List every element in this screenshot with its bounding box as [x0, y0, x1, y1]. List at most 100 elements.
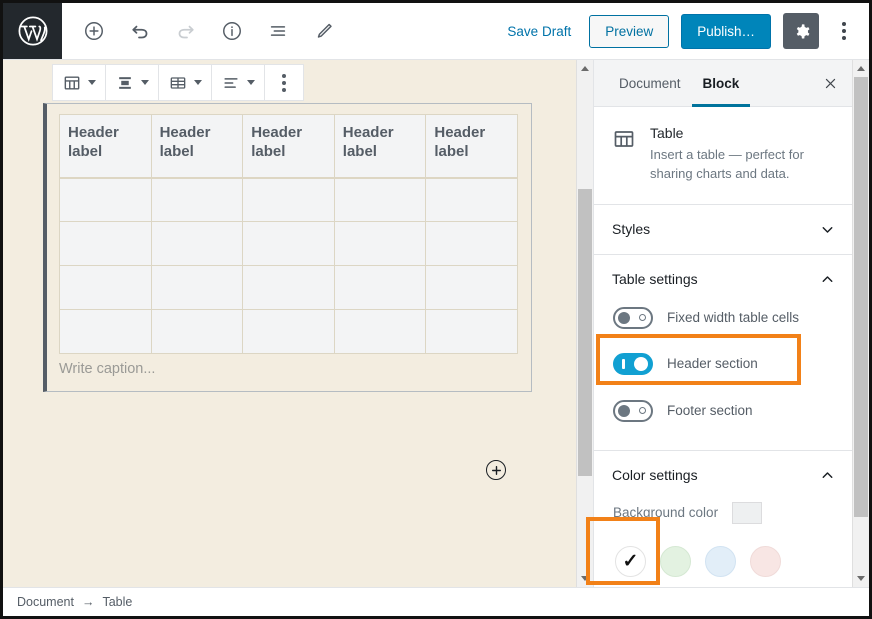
vertical-align-middle-icon[interactable]: [111, 65, 139, 100]
chevron-down-icon[interactable]: [194, 80, 202, 85]
table-icon: [612, 127, 636, 184]
scroll-down-arrow-icon[interactable]: [577, 570, 594, 587]
sidebar-scrollbar[interactable]: [852, 60, 869, 587]
sidebar-scrollbar-thumb[interactable]: [854, 77, 868, 517]
table-row: [59, 221, 518, 266]
toggle-fixed-width-table-cells[interactable]: Fixed width table cells: [612, 298, 836, 339]
table-header-cell[interactable]: Header label: [150, 114, 244, 179]
top-bar-actions: Save Draft Preview Publish…: [501, 13, 869, 49]
toggle-footer-section[interactable]: Footer section: [612, 391, 836, 432]
table-icon[interactable]: [58, 65, 86, 100]
align-left-icon[interactable]: [217, 65, 245, 100]
chevron-up-icon[interactable]: [819, 271, 836, 288]
breadcrumb-table[interactable]: Table: [102, 595, 132, 609]
table-cell[interactable]: [242, 265, 335, 310]
settings-gear-icon[interactable]: [783, 13, 819, 49]
sidebar-scroll-content: Table Insert a table — perfect for shari…: [594, 107, 852, 587]
close-icon[interactable]: [812, 65, 848, 101]
table-cell[interactable]: [150, 265, 244, 310]
table-cell[interactable]: [425, 309, 518, 354]
table-row: [59, 309, 518, 354]
toggle-switch-off[interactable]: [613, 306, 653, 329]
background-color-row: Background color: [612, 496, 836, 536]
block-navigation-button[interactable]: [260, 13, 296, 49]
more-menu-button[interactable]: [831, 13, 857, 49]
preview-button[interactable]: Preview: [589, 14, 670, 48]
breadcrumb-document[interactable]: Document: [17, 595, 74, 609]
undo-button[interactable]: [122, 13, 158, 49]
publish-button[interactable]: Publish…: [681, 13, 771, 49]
table-cell[interactable]: [333, 177, 427, 222]
table-cell[interactable]: [150, 177, 244, 222]
block-more-options-group: [265, 65, 303, 100]
scroll-up-arrow-icon[interactable]: [577, 60, 594, 77]
table-cell[interactable]: [333, 221, 427, 266]
table-cell[interactable]: [333, 265, 427, 310]
editor-canvas[interactable]: Header label Header label Header label H…: [3, 60, 577, 587]
color-swatch-blue[interactable]: [705, 545, 736, 577]
table-cell[interactable]: [59, 177, 152, 222]
table-cell[interactable]: [425, 177, 518, 222]
table-cell[interactable]: [425, 221, 518, 266]
table-row: [59, 177, 518, 222]
table-cell[interactable]: [59, 309, 152, 354]
add-block-button[interactable]: [76, 13, 112, 49]
editor-scrollbar[interactable]: [576, 60, 593, 587]
scroll-down-arrow-icon[interactable]: [853, 570, 870, 587]
panel-color-settings-title: Color settings: [612, 467, 698, 484]
block-type-group: [53, 65, 106, 100]
table-caption-input[interactable]: Write caption...: [59, 361, 518, 377]
chevron-up-icon[interactable]: [819, 467, 836, 484]
tab-block[interactable]: Block: [691, 61, 751, 107]
table-header-cell[interactable]: Header label: [242, 114, 335, 179]
toggle-switch-off[interactable]: [613, 399, 653, 422]
editor-scrollbar-thumb[interactable]: [578, 189, 592, 476]
editor-scrollbar-track[interactable]: [577, 77, 593, 570]
chevron-down-icon[interactable]: [247, 80, 255, 85]
kebab-menu-icon[interactable]: [270, 65, 298, 100]
panel-color-settings-header[interactable]: Color settings: [594, 451, 852, 492]
chevron-down-icon[interactable]: [88, 80, 96, 85]
panel-styles-header[interactable]: Styles: [594, 205, 852, 255]
table-edit-icon[interactable]: [164, 65, 192, 100]
table-header-cell[interactable]: Header label: [425, 114, 518, 179]
save-draft-button[interactable]: Save Draft: [501, 20, 577, 43]
block-card-title: Table: [650, 125, 684, 141]
table-cell[interactable]: [59, 221, 152, 266]
content-info-button[interactable]: [214, 13, 250, 49]
block-card-description: Insert a table — perfect for sharing cha…: [650, 147, 804, 181]
toggle-switch-on[interactable]: [613, 352, 653, 375]
text-align-group: [212, 65, 265, 100]
table-cell[interactable]: [150, 221, 244, 266]
table-header-cell[interactable]: Header label: [59, 114, 152, 179]
breadcrumb-separator: →: [81, 595, 95, 609]
chevron-down-icon[interactable]: [141, 80, 149, 85]
color-swatch-green[interactable]: [660, 545, 691, 577]
color-swatch-selected[interactable]: ✓: [615, 545, 646, 577]
wordpress-logo-icon[interactable]: [3, 2, 62, 59]
table-header-cell[interactable]: Header label: [333, 114, 427, 179]
checkmark-icon: ✓: [622, 550, 639, 572]
settings-sidebar: Document Block Table Insert a table — pe…: [594, 60, 852, 587]
background-color-preview-swatch[interactable]: [732, 501, 763, 524]
chevron-down-icon[interactable]: [819, 221, 836, 238]
panel-table-settings-header[interactable]: Table settings: [594, 255, 852, 294]
table-cell[interactable]: [425, 265, 518, 310]
table-cell[interactable]: [59, 265, 152, 310]
redo-button[interactable]: [168, 13, 204, 49]
editor-body: Header label Header label Header label H…: [3, 60, 869, 587]
color-swatch-pink[interactable]: [750, 545, 781, 577]
scroll-up-arrow-icon[interactable]: [853, 60, 870, 77]
table-cell[interactable]: [242, 177, 335, 222]
edit-mode-button[interactable]: [306, 13, 342, 49]
sidebar-scrollbar-track[interactable]: [853, 77, 869, 570]
table-cell[interactable]: [242, 221, 335, 266]
table-cell[interactable]: [242, 309, 335, 354]
block-inserter-plus-icon[interactable]: [486, 460, 506, 480]
tab-document[interactable]: Document: [608, 61, 692, 107]
wp-table[interactable]: Header label Header label Header label H…: [59, 114, 518, 354]
toggle-header-section[interactable]: Header section: [612, 339, 836, 391]
table-cell[interactable]: [333, 309, 427, 354]
table-block[interactable]: Header label Header label Header label H…: [43, 103, 532, 392]
table-cell[interactable]: [150, 309, 244, 354]
